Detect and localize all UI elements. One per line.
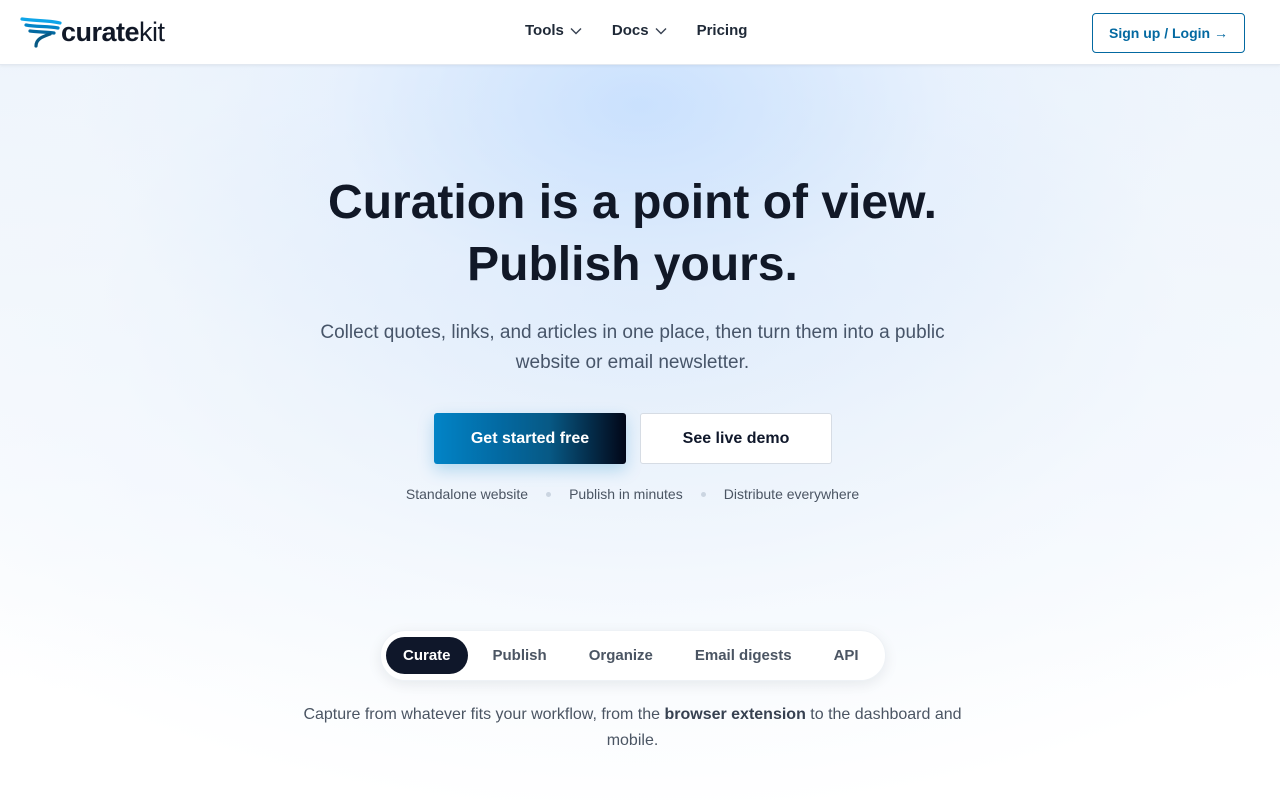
tab-publish[interactable]: Publish — [476, 637, 564, 674]
hero-title-line1: Curation is a point of view. — [328, 176, 937, 229]
nav-item-label: Docs — [611, 22, 649, 39]
separator-dot — [546, 491, 552, 497]
feature-list: Standalone website Publish in minutes Di… — [0, 486, 1265, 502]
separator-dot — [700, 491, 706, 497]
tab-description-text: Capture from whatever fits your workflow… — [303, 706, 665, 723]
feature-item: Publish in minutes — [569, 486, 683, 502]
logo[interactable]: curatekit — [20, 14, 165, 50]
logo-wordmark: curatekit — [61, 17, 165, 48]
feature-item: Standalone website — [405, 486, 529, 502]
top-nav-bar: curatekit Tools Docs Pricing Sign up / L… — [0, 0, 1280, 65]
tab-email-digests[interactable]: Email digests — [678, 637, 809, 674]
chevron-down-icon — [655, 27, 667, 35]
main-nav: Tools Docs Pricing — [525, 22, 747, 39]
hero-subtitle: Collect quotes, links, and articles in o… — [320, 322, 945, 373]
chevron-down-icon — [570, 27, 582, 35]
feature-tabs: Curate Publish Organize Email digests AP… — [380, 630, 886, 681]
nav-item-tools[interactable]: Tools — [525, 22, 582, 39]
live-demo-button[interactable]: See live demo — [640, 413, 832, 464]
tab-api[interactable]: API — [817, 637, 876, 674]
nav-item-label: Tools — [525, 22, 564, 39]
logo-wordmark-light: kit — [139, 16, 165, 47]
browser-extension-text: browser extension — [664, 706, 806, 723]
curatekit-logo-icon — [20, 17, 62, 48]
hero-title: Curation is a point of view. Publish you… — [240, 172, 1025, 296]
nav-item-label: Pricing — [696, 22, 748, 39]
logo-wordmark-bold: curate — [61, 16, 140, 47]
tab-organize[interactable]: Organize — [572, 637, 670, 674]
hero-title-line2: Publish yours. — [467, 238, 798, 291]
nav-item-docs[interactable]: Docs — [612, 22, 667, 39]
nav-item-pricing[interactable]: Pricing — [697, 22, 748, 39]
get-started-button[interactable]: Get started free — [434, 413, 626, 464]
signup-login-button[interactable]: Sign up / Login → — [1092, 13, 1245, 53]
feature-item: Distribute everywhere — [723, 486, 860, 502]
tab-curate[interactable]: Curate — [386, 637, 468, 674]
tab-description: Capture from whatever fits your workflow… — [300, 702, 965, 754]
